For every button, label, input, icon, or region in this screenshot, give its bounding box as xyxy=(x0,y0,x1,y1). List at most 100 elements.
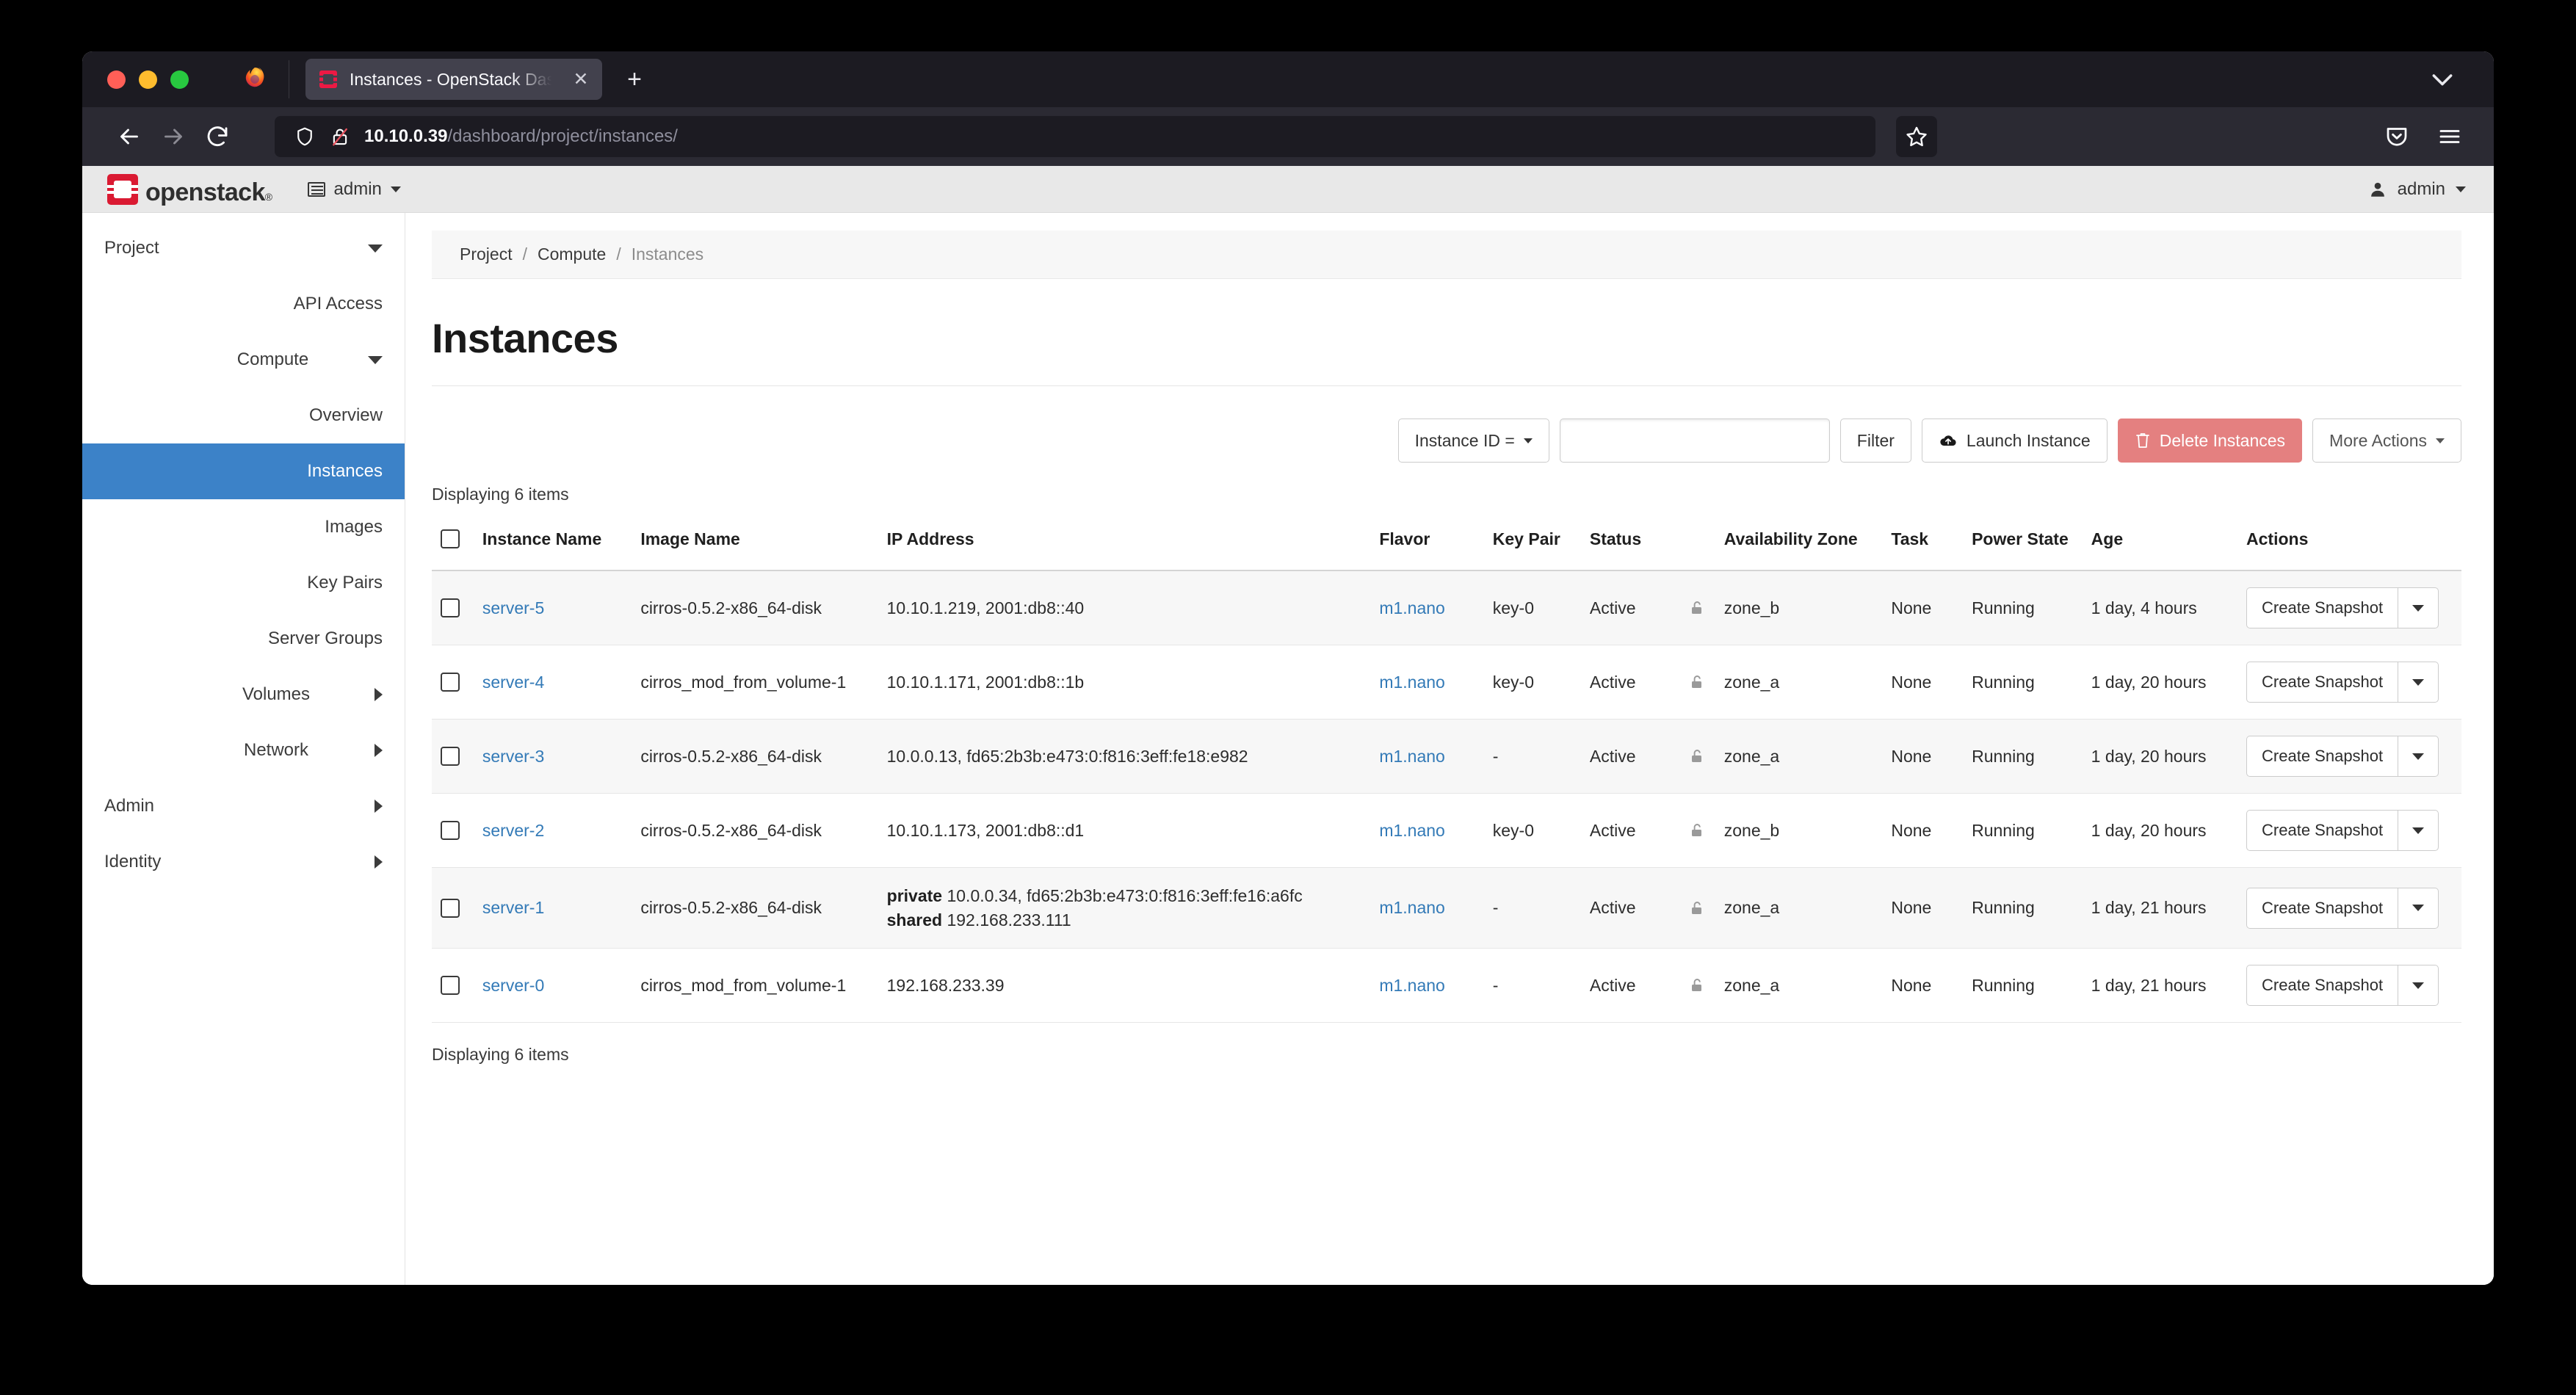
forward-button[interactable] xyxy=(151,115,195,159)
row-checkbox[interactable] xyxy=(441,976,460,996)
flavor-link[interactable]: m1.nano xyxy=(1379,976,1445,995)
tracking-protection-shield-icon[interactable] xyxy=(294,126,316,148)
sidebar-item-instances[interactable]: Instances xyxy=(82,443,405,499)
reload-icon xyxy=(207,126,228,147)
chevron-down-icon xyxy=(368,244,383,253)
row-checkbox[interactable] xyxy=(441,673,460,692)
cell-actions: Create Snapshot xyxy=(2237,645,2461,720)
create-snapshot-button[interactable]: Create Snapshot xyxy=(2246,887,2398,929)
instance-name-link[interactable]: server-2 xyxy=(482,821,544,840)
row-checkbox[interactable] xyxy=(441,898,460,918)
nav-bar-right-controls xyxy=(2375,115,2472,159)
row-actions-dropdown-toggle[interactable] xyxy=(2398,736,2439,777)
create-snapshot-button[interactable]: Create Snapshot xyxy=(2246,736,2398,777)
close-tab-icon[interactable]: ✕ xyxy=(570,68,592,90)
sidebar-item-images[interactable]: Images xyxy=(82,499,405,555)
browser-tab[interactable]: Instances - OpenStack Dashboard ✕ xyxy=(305,59,602,100)
column-header-ip-address[interactable]: IP Address xyxy=(878,518,1371,571)
cell-age: 1 day, 20 hours xyxy=(2082,719,2238,794)
column-header-availability-zone[interactable]: Availability Zone xyxy=(1715,518,1883,571)
cell-power-state: Running xyxy=(1963,570,2083,645)
user-menu[interactable]: admin xyxy=(2368,179,2466,200)
instances-table: Instance Name Image Name IP Address Flav… xyxy=(432,518,2461,1023)
app-menu-button[interactable] xyxy=(2428,115,2472,159)
reload-button[interactable] xyxy=(195,115,239,159)
sidebar-item-api-access[interactable]: API Access xyxy=(82,276,405,332)
flavor-link[interactable]: m1.nano xyxy=(1379,598,1445,617)
row-actions-dropdown-toggle[interactable] xyxy=(2398,662,2439,703)
select-all-checkbox[interactable] xyxy=(441,529,460,548)
cell-ip-address: 10.10.1.171, 2001:db8::1b xyxy=(878,645,1371,720)
maximize-window-button[interactable] xyxy=(170,70,189,89)
cell-flavor: m1.nano xyxy=(1370,570,1484,645)
row-checkbox[interactable] xyxy=(441,598,460,617)
browser-tab-strip: Instances - OpenStack Dashboard ✕ + xyxy=(82,51,2494,107)
column-header-power-state[interactable]: Power State xyxy=(1963,518,2083,571)
row-actions-dropdown-toggle[interactable] xyxy=(2398,587,2439,628)
sidebar-item-project[interactable]: Project xyxy=(82,220,405,276)
flavor-link[interactable]: m1.nano xyxy=(1379,821,1445,840)
column-header-age[interactable]: Age xyxy=(2082,518,2238,571)
close-window-button[interactable] xyxy=(107,70,126,89)
row-checkbox[interactable] xyxy=(441,821,460,840)
sidebar-item-volumes[interactable]: Volumes xyxy=(82,667,405,722)
column-header-key-pair[interactable]: Key Pair xyxy=(1483,518,1581,571)
row-checkbox[interactable] xyxy=(441,747,460,766)
sidebar-item-overview[interactable]: Overview xyxy=(82,388,405,443)
sidebar-item-server-groups[interactable]: Server Groups xyxy=(82,611,405,667)
sidebar-item-key-pairs[interactable]: Key Pairs xyxy=(82,555,405,611)
cell-key-pair: - xyxy=(1483,719,1581,794)
new-tab-button[interactable]: + xyxy=(618,63,651,95)
column-header-task[interactable]: Task xyxy=(1882,518,1964,571)
instance-name-link[interactable]: server-4 xyxy=(482,673,544,692)
instance-name-link[interactable]: server-5 xyxy=(482,598,544,617)
breadcrumb-item-compute[interactable]: Compute xyxy=(538,244,606,264)
insecure-padlock-icon[interactable] xyxy=(329,126,351,148)
create-snapshot-button[interactable]: Create Snapshot xyxy=(2246,810,2398,851)
create-snapshot-button[interactable]: Create Snapshot xyxy=(2246,587,2398,628)
flavor-link[interactable]: m1.nano xyxy=(1379,747,1445,766)
column-header-image-name[interactable]: Image Name xyxy=(632,518,878,571)
filter-button[interactable]: Filter xyxy=(1839,418,1911,463)
row-actions-dropdown-toggle[interactable] xyxy=(2398,810,2439,851)
flavor-link[interactable]: m1.nano xyxy=(1379,898,1445,917)
create-snapshot-button[interactable]: Create Snapshot xyxy=(2246,662,2398,703)
breadcrumb-item-project[interactable]: Project xyxy=(460,244,513,264)
openstack-logo[interactable]: openstack® xyxy=(107,173,272,205)
pocket-button[interactable] xyxy=(2375,115,2419,159)
sidebar-item-identity[interactable]: Identity xyxy=(82,834,405,890)
row-action-group: Create Snapshot xyxy=(2246,810,2453,851)
instance-name-link[interactable]: server-1 xyxy=(482,898,544,917)
instance-name-link[interactable]: server-3 xyxy=(482,747,544,766)
ip-entry: 10.10.1.171, 2001:db8::1b xyxy=(887,670,1362,695)
sidebar-item-network[interactable]: Network xyxy=(82,722,405,778)
column-header-flavor[interactable]: Flavor xyxy=(1370,518,1484,571)
filter-input[interactable] xyxy=(1559,418,1830,463)
chevron-down-icon xyxy=(390,186,401,192)
bookmark-star-button[interactable] xyxy=(1896,116,1937,157)
row-actions-dropdown-toggle[interactable] xyxy=(2398,887,2439,929)
create-snapshot-button[interactable]: Create Snapshot xyxy=(2246,965,2398,1007)
more-actions-button[interactable]: More Actions xyxy=(2312,418,2461,463)
project-switcher[interactable]: admin xyxy=(307,179,401,200)
cell-task: None xyxy=(1882,948,1964,1023)
instance-name-link[interactable]: server-0 xyxy=(482,976,544,995)
delete-instances-button[interactable]: Delete Instances xyxy=(2117,418,2303,463)
row-select-cell xyxy=(432,948,474,1023)
column-header-instance-name[interactable]: Instance Name xyxy=(473,518,632,571)
filter-field-select[interactable]: Instance ID = xyxy=(1397,418,1549,463)
back-button[interactable] xyxy=(107,115,151,159)
firefox-logo-icon xyxy=(245,68,264,87)
url-bar[interactable]: 10.10.0.39/dashboard/project/instances/ xyxy=(275,116,1875,157)
sidebar-item-admin[interactable]: Admin xyxy=(82,778,405,834)
row-actions-dropdown-toggle[interactable] xyxy=(2398,965,2439,1007)
flavor-link[interactable]: m1.nano xyxy=(1379,673,1445,692)
launch-instance-button[interactable]: Launch Instance xyxy=(1921,418,2108,463)
user-avatar-icon xyxy=(2370,182,2384,197)
minimize-window-button[interactable] xyxy=(139,70,157,89)
project-list-icon xyxy=(307,181,325,197)
list-all-tabs-chevron-icon[interactable] xyxy=(2428,65,2457,94)
sidebar-item-compute[interactable]: Compute xyxy=(82,332,405,388)
cell-lock xyxy=(1679,645,1715,720)
column-header-status[interactable]: Status xyxy=(1580,518,1679,571)
